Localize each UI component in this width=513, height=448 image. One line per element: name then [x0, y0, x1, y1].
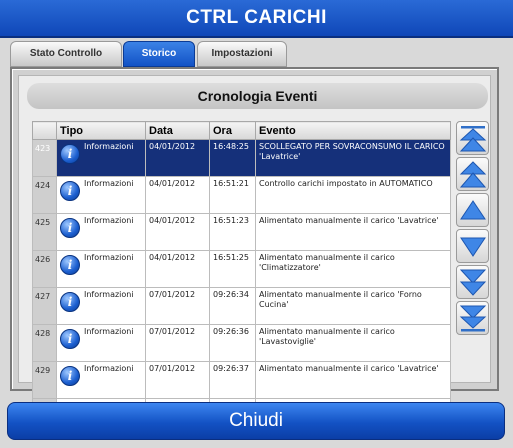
row-tipo: i Informazioni — [56, 287, 146, 325]
row-data: 07/01/2012 — [145, 287, 210, 325]
row-data: 07/01/2012 — [145, 361, 210, 399]
scroll-controls — [456, 121, 490, 371]
down-icon — [460, 237, 486, 257]
tab-stato-controllo[interactable]: Stato Controllo — [10, 41, 122, 67]
scroll-top-button[interactable] — [456, 121, 489, 155]
row-tipo-label: Informazioni — [84, 179, 134, 188]
row-tipo: i Informazioni — [56, 361, 146, 399]
row-number: 427 — [32, 287, 57, 325]
row-data: 04/01/2012 — [145, 139, 210, 177]
info-icon: i — [60, 292, 80, 312]
row-number: 425 — [32, 213, 57, 251]
row-tipo-label: Informazioni — [84, 253, 134, 262]
row-number: 424 — [32, 176, 57, 214]
row-evento: Alimentato manualmente il carico 'Lavast… — [255, 324, 451, 362]
column-header-number — [32, 121, 57, 140]
row-data: 04/01/2012 — [145, 176, 210, 214]
scroll-page-up-button[interactable] — [456, 157, 489, 191]
row-ora: 16:51:21 — [209, 176, 256, 214]
column-header-data: Data — [145, 121, 210, 140]
double-down-icon — [459, 269, 487, 296]
row-ora: 09:26:36 — [209, 324, 256, 362]
up-icon — [460, 200, 486, 220]
row-tipo: i Informazioni — [56, 250, 146, 288]
double-down-line-icon — [459, 305, 487, 332]
info-icon: i — [60, 144, 80, 164]
row-tipo-label: Informazioni — [84, 327, 134, 336]
row-ora: 09:26:34 — [209, 287, 256, 325]
history-panel: Cronologia Eventi Tipo Data Ora Evento 4… — [10, 67, 499, 436]
row-evento: Alimentato manualmente il carico 'Climat… — [255, 250, 451, 288]
row-data: 04/01/2012 — [145, 250, 210, 288]
info-icon: i — [60, 329, 80, 349]
row-number: 423 — [32, 139, 57, 177]
close-button[interactable]: Chiudi — [7, 402, 505, 440]
section-title: Cronologia Eventi — [27, 83, 488, 109]
row-tipo-label: Informazioni — [84, 364, 134, 373]
row-tipo: i Informazioni — [56, 324, 146, 362]
info-icon: i — [60, 366, 80, 386]
table-row[interactable]: 425 i Informazioni 04/01/2012 16:51:23 Alimen… — [32, 213, 451, 251]
table-row[interactable]: 423 i Informazioni 04/01/2012 16:48:25 SCOLLE… — [32, 139, 451, 177]
row-tipo-label: Informazioni — [84, 216, 134, 225]
scroll-up-button[interactable] — [456, 193, 489, 227]
scroll-page-down-button[interactable] — [456, 265, 489, 299]
row-tipo-label: Informazioni — [84, 290, 134, 299]
row-evento: Alimentato manualmente il carico 'Lavatr… — [255, 361, 451, 399]
column-header-ora: Ora — [209, 121, 256, 140]
info-icon: i — [60, 255, 80, 275]
info-icon: i — [60, 218, 80, 238]
tab-storico[interactable]: Storico — [123, 41, 195, 67]
row-evento: SCOLLEGATO PER SOVRACONSUMO IL CARICO 'L… — [255, 139, 451, 177]
row-evento: Alimentato manualmente il carico 'Forno … — [255, 287, 451, 325]
table-row[interactable]: 426 i Informazioni 04/01/2012 16:51:25 Alimen… — [32, 250, 451, 288]
row-tipo: i Informazioni — [56, 213, 146, 251]
double-up-icon — [459, 161, 487, 188]
row-data: 07/01/2012 — [145, 324, 210, 362]
column-header-evento: Evento — [255, 121, 451, 140]
table-row[interactable]: 428 i Informazioni 07/01/2012 09:26:36 Alimen… — [32, 324, 451, 362]
row-evento: Alimentato manualmente il carico 'Lavatr… — [255, 213, 451, 251]
tab-impostazioni[interactable]: Impostazioni — [197, 41, 287, 67]
window-title: CTRL CARICHI — [0, 0, 513, 38]
table-row[interactable]: 424 i Informazioni 04/01/2012 16:51:21 Contro… — [32, 176, 451, 214]
row-evento: Controllo carichi impostato in AUTOMATIC… — [255, 176, 451, 214]
scroll-down-button[interactable] — [456, 229, 489, 263]
table-header-row: Tipo Data Ora Evento — [32, 121, 451, 140]
history-panel-inner: Cronologia Eventi Tipo Data Ora Evento 4… — [18, 75, 491, 436]
row-tipo: i Informazioni — [56, 176, 146, 214]
row-number: 429 — [32, 361, 57, 399]
row-ora: 16:48:25 — [209, 139, 256, 177]
row-ora: 16:51:25 — [209, 250, 256, 288]
row-tipo: i Informazioni — [56, 139, 146, 177]
scroll-bottom-button[interactable] — [456, 301, 489, 335]
row-ora: 09:26:37 — [209, 361, 256, 399]
events-table-body: 423 i Informazioni 04/01/2012 16:48:25 SCOLLE… — [32, 139, 451, 436]
table-row[interactable]: 427 i Informazioni 07/01/2012 09:26:34 Alimen… — [32, 287, 451, 325]
row-number: 426 — [32, 250, 57, 288]
row-ora: 16:51:23 — [209, 213, 256, 251]
column-header-tipo: Tipo — [56, 121, 146, 140]
double-up-line-icon — [459, 126, 487, 152]
row-number: 428 — [32, 324, 57, 362]
events-table: Tipo Data Ora Evento 423 i Informazioni 04/… — [32, 121, 451, 436]
row-data: 04/01/2012 — [145, 213, 210, 251]
table-row[interactable]: 429 i Informazioni 07/01/2012 09:26:37 Alimen… — [32, 361, 451, 399]
row-tipo-label: Informazioni — [84, 142, 134, 151]
info-icon: i — [60, 181, 80, 201]
